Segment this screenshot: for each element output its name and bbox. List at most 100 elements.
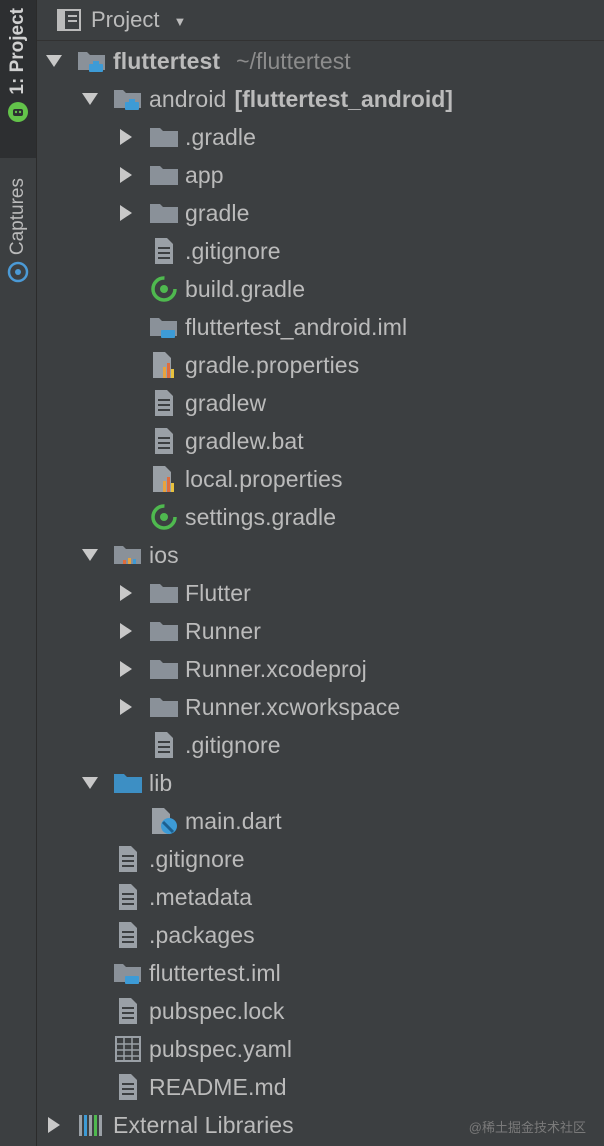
module-file-icon <box>149 312 179 342</box>
properties-file-icon <box>149 464 179 494</box>
tree-node-file[interactable]: local.properties <box>115 460 343 498</box>
tree-node-folder[interactable]: Runner.xcworkspace <box>115 688 400 726</box>
tree-node-folder[interactable]: Runner <box>115 612 261 650</box>
module-folder-icon <box>113 84 143 114</box>
tree-node-file[interactable]: settings.gradle <box>115 498 336 536</box>
tree-node-file[interactable]: fluttertest.iml <box>79 954 281 992</box>
tree-node-file[interactable]: .gitignore <box>115 726 281 764</box>
captures-icon <box>7 261 29 288</box>
file-label: settings.gradle <box>185 503 337 530</box>
file-label: README.md <box>149 1073 287 1100</box>
file-label: build.gradle <box>185 275 306 302</box>
expand-arrow-icon[interactable] <box>79 80 101 118</box>
project-view-header: Project ▼ <box>37 0 604 41</box>
tree-node-file[interactable]: .gitignore <box>115 232 281 270</box>
tree-node-file[interactable]: build.gradle <box>115 270 305 308</box>
expand-arrow-icon[interactable] <box>79 764 101 802</box>
expand-arrow-icon[interactable] <box>115 574 137 612</box>
file-label: gradle.properties <box>185 351 360 378</box>
text-file-icon <box>149 730 179 760</box>
expand-arrow-icon[interactable] <box>79 536 101 574</box>
expand-arrow-icon[interactable] <box>115 118 137 156</box>
expand-arrow-icon[interactable] <box>115 194 137 232</box>
file-label: .gitignore <box>185 237 281 264</box>
tree-node-file[interactable]: .metadata <box>79 878 252 916</box>
file-label: .metadata <box>149 883 253 910</box>
properties-file-icon <box>149 350 179 380</box>
captures-tab-label: Captures <box>7 178 28 256</box>
root-path: ~/fluttertest <box>236 47 351 74</box>
folder-icon <box>149 578 179 608</box>
tree-node-file[interactable]: .packages <box>79 916 255 954</box>
module-file-icon <box>113 958 143 988</box>
tree-node-file[interactable]: README.md <box>79 1068 287 1106</box>
expand-arrow-icon[interactable] <box>115 688 137 726</box>
lib-name: lib <box>149 769 173 796</box>
tree-node-file[interactable]: main.dart <box>115 802 282 840</box>
folder-label: .gradle <box>185 123 257 150</box>
folder-label: Runner.xcworkspace <box>185 693 401 720</box>
android-module-name: [fluttertest_android] <box>234 85 453 112</box>
file-label: .gitignore <box>185 731 281 758</box>
expand-arrow-icon[interactable] <box>115 156 137 194</box>
expand-arrow-icon[interactable] <box>43 1106 65 1144</box>
watermark: @稀土掘金技术社区 <box>468 1120 586 1135</box>
gradle-file-icon <box>149 502 179 532</box>
text-file-icon <box>113 844 143 874</box>
tree-node-file[interactable]: gradlew <box>115 384 266 422</box>
tree-node-file[interactable]: gradle.properties <box>115 346 359 384</box>
android-icon <box>7 101 29 128</box>
folder-icon <box>149 654 179 684</box>
gradle-file-icon <box>149 274 179 304</box>
file-label: pubspec.lock <box>149 997 285 1024</box>
root-name: fluttertest <box>113 47 221 74</box>
tree-node-file[interactable]: pubspec.yaml <box>79 1030 292 1068</box>
file-label: gradlew.bat <box>185 427 304 454</box>
folder-label: gradle <box>185 199 250 226</box>
tree-node-file[interactable]: gradlew.bat <box>115 422 304 460</box>
yaml-file-icon <box>113 1034 143 1064</box>
file-label: .gitignore <box>149 845 245 872</box>
tree-node-folder[interactable]: app <box>115 156 224 194</box>
project-tool-tab[interactable]: 1: Project <box>0 0 36 158</box>
text-file-icon <box>113 996 143 1026</box>
project-tab-label: 1: Project <box>7 8 28 95</box>
tree-node-root[interactable]: fluttertest ~/fluttertest <box>43 42 351 80</box>
tree-node-ios[interactable]: ios <box>79 536 179 574</box>
tree-node-file[interactable]: .gitignore <box>79 840 245 878</box>
folder-label: Runner <box>185 617 262 644</box>
chevron-down-icon[interactable]: ▼ <box>173 14 186 29</box>
file-label: main.dart <box>185 807 282 834</box>
tree-node-lib[interactable]: lib <box>79 764 172 802</box>
ios-name: ios <box>149 541 179 568</box>
tree-node-file[interactable]: fluttertest_android.iml <box>115 308 407 346</box>
folder-label: app <box>185 161 224 188</box>
folder-icon <box>149 122 179 152</box>
text-file-icon <box>149 426 179 456</box>
folder-icon <box>149 616 179 646</box>
project-view-title[interactable]: Project <box>91 7 159 33</box>
text-file-icon <box>113 920 143 950</box>
tree-node-external-libraries[interactable]: External Libraries <box>43 1106 294 1144</box>
source-folder-icon <box>113 768 143 798</box>
ios-module-folder-icon <box>113 540 143 570</box>
tree-node-file[interactable]: pubspec.lock <box>79 992 284 1030</box>
file-label: .packages <box>149 921 255 948</box>
tree-node-folder[interactable]: Flutter <box>115 574 251 612</box>
tree-node-folder[interactable]: .gradle <box>115 118 256 156</box>
expand-arrow-icon[interactable] <box>115 612 137 650</box>
file-label: fluttertest_android.iml <box>185 313 408 340</box>
file-label: local.properties <box>185 465 343 492</box>
folder-icon <box>149 160 179 190</box>
expand-arrow-icon[interactable] <box>115 650 137 688</box>
module-folder-icon <box>77 46 107 76</box>
text-file-icon <box>113 1072 143 1102</box>
captures-tool-tab[interactable]: Captures <box>0 172 36 312</box>
expand-arrow-icon[interactable] <box>43 42 65 80</box>
tree-node-folder[interactable]: Runner.xcodeproj <box>115 650 367 688</box>
tree-node-android[interactable]: android [fluttertest_android] <box>79 80 453 118</box>
folder-label: Runner.xcodeproj <box>185 655 367 682</box>
file-label: fluttertest.iml <box>149 959 281 986</box>
tree-node-folder[interactable]: gradle <box>115 194 250 232</box>
folder-icon <box>149 198 179 228</box>
